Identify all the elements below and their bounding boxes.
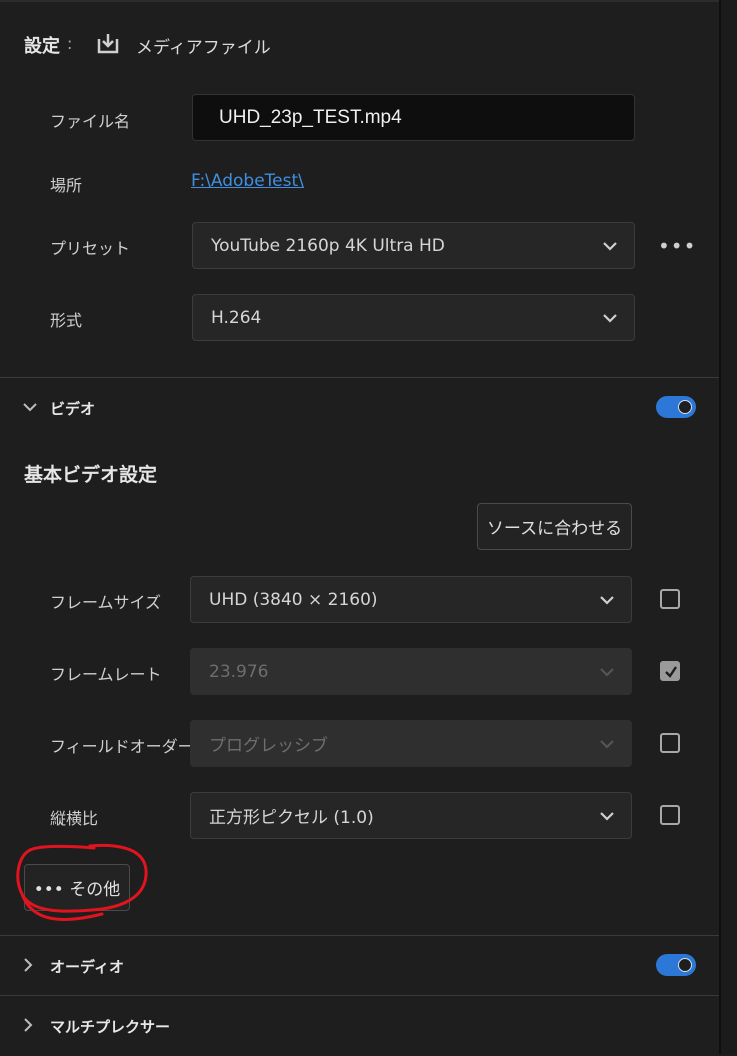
chevron-down-icon [603,313,617,323]
frame-rate-dropdown[interactable]: 23.976 [190,648,632,695]
divider [0,935,719,936]
aspect-ratio-checkbox[interactable] [660,805,680,825]
panel-edge [721,0,737,1054]
format-value: H.264 [211,307,262,328]
chevron-down-icon [600,739,614,749]
chevron-down-icon [600,811,614,821]
divider [0,377,719,378]
match-source-button[interactable]: ソースに合わせる [477,503,632,550]
field-order-checkbox[interactable] [660,733,680,753]
frame-size-checkbox[interactable] [660,589,680,609]
location-link[interactable]: F:\AdobeTest\ [191,171,304,191]
frame-size-label: フレームサイズ [50,593,162,612]
audio-expand-chevron-icon[interactable] [22,957,34,973]
multiplexer-section-label[interactable]: マルチプレクサー [50,1016,170,1037]
more-settings-button[interactable]: ••• その他 [24,864,130,911]
audio-section-label[interactable]: オーディオ [50,956,124,977]
aspect-ratio-label: 縦横比 [50,809,99,828]
aspect-ratio-value: 正方形ピクセル (1.0) [209,808,374,828]
video-section-label[interactable]: ビデオ [50,398,95,419]
field-order-value: プログレッシブ [209,736,328,756]
video-collapse-chevron-icon[interactable] [22,398,38,412]
multiplexer-expand-chevron-icon[interactable] [22,1017,34,1033]
preset-label: プリセット [50,239,131,258]
checkmark-icon [665,666,677,678]
basic-video-settings-title: 基本ビデオ設定 [24,464,158,486]
preset-value: YouTube 2160p 4K Ultra HD [211,235,445,256]
filename-value: UHD_23p_TEST.mp4 [219,106,402,128]
settings-title: 設定 [24,36,60,57]
filename-input[interactable]: UHD_23p_TEST.mp4 [192,94,635,141]
preset-more-button[interactable]: ••• [658,234,696,258]
format-label: 形式 [50,311,83,330]
toggle-knob [678,400,692,414]
video-toggle[interactable] [656,396,696,418]
export-settings-panel: 設定 : メディアファイル ファイル名 UHD_23p_TEST.mp4 場所 … [0,0,719,1056]
format-dropdown[interactable]: H.264 [192,294,635,341]
divider [0,995,719,996]
frame-rate-value: 23.976 [209,661,269,682]
chevron-down-icon [600,595,614,605]
field-order-label: フィールドオーダー [50,737,194,756]
frame-size-dropdown[interactable]: UHD (3840 × 2160) [190,576,632,623]
frame-rate-label: フレームレート [50,665,162,684]
aspect-ratio-dropdown[interactable]: 正方形ピクセル (1.0) [190,792,632,839]
media-file-label: メディアファイル [136,38,271,58]
chevron-down-icon [603,241,617,251]
frame-size-value: UHD (3840 × 2160) [209,589,378,610]
chevron-down-icon [600,667,614,677]
audio-toggle[interactable] [656,954,696,976]
settings-colon: : [67,34,73,53]
filename-label: ファイル名 [50,112,131,131]
field-order-dropdown[interactable]: プログレッシブ [190,720,632,767]
frame-rate-checkbox[interactable] [660,661,680,681]
download-icon [94,30,122,58]
preset-dropdown[interactable]: YouTube 2160p 4K Ultra HD [192,222,635,269]
toggle-knob [678,958,692,972]
location-label: 場所 [50,176,83,195]
